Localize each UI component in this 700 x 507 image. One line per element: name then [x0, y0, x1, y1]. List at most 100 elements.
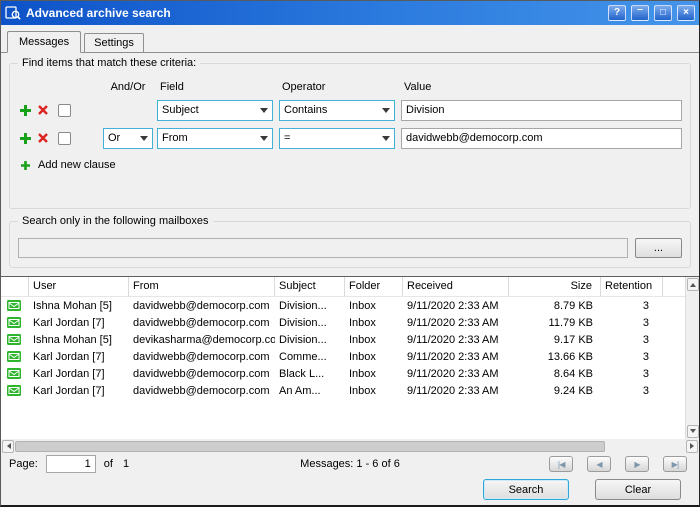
maximize-button[interactable]: □ — [654, 5, 672, 21]
scroll-up-icon[interactable] — [687, 278, 699, 291]
field-select[interactable]: Subject — [157, 100, 273, 121]
cell-folder: Inbox — [345, 317, 403, 329]
chevron-down-icon — [378, 103, 394, 117]
cell-folder: Inbox — [345, 334, 403, 346]
column-header-size[interactable]: Size — [509, 277, 601, 296]
advanced-archive-search-dialog: Advanced archive search ? – □ × Messages… — [0, 0, 700, 507]
of-label: of — [104, 458, 113, 470]
scroll-right-icon[interactable] — [686, 440, 698, 453]
pagination-bar: Page: of 1 Messages: 1 - 6 of 6 |◀ ◀ ▶ ▶… — [1, 453, 699, 475]
operator-select[interactable]: = — [279, 128, 395, 149]
page-label: Page: — [9, 458, 38, 470]
scroll-left-icon[interactable] — [2, 440, 14, 453]
field-select[interactable]: From — [157, 128, 273, 149]
cell-size: 8.79 KB — [509, 300, 601, 312]
table-row[interactable]: Ishna Mohan [5] davidwebb@democorp.com D… — [1, 297, 685, 314]
browse-mailboxes-button[interactable]: ... — [635, 238, 682, 258]
scroll-down-icon[interactable] — [687, 425, 699, 438]
search-button[interactable]: Search — [483, 479, 569, 500]
delete-row-icon[interactable] — [36, 103, 50, 117]
minimize-button[interactable]: – — [631, 5, 649, 21]
message-icon — [7, 334, 21, 345]
criteria-groupbox: Find items that match these criteria: An… — [9, 63, 691, 209]
header-operator: Operator — [279, 81, 395, 93]
cell-user: Karl Jordan [7] — [29, 351, 129, 363]
page-number-input[interactable] — [46, 455, 96, 473]
table-row[interactable]: Karl Jordan [7] davidwebb@democorp.com C… — [1, 348, 685, 365]
cell-from: davidwebb@democorp.com — [129, 385, 275, 397]
message-icon — [7, 385, 21, 396]
tab-messages[interactable]: Messages — [7, 31, 81, 53]
value-input[interactable] — [401, 100, 682, 121]
cell-subject: Division... — [275, 317, 345, 329]
table-row[interactable]: Ishna Mohan [5] devikasharma@democorp.co… — [1, 331, 685, 348]
horizontal-scroll-thumb[interactable] — [15, 441, 605, 452]
page-nav-buttons: |◀ ◀ ▶ ▶| — [549, 456, 687, 472]
cell-subject: An Am... — [275, 385, 345, 397]
delete-row-icon[interactable] — [36, 131, 50, 145]
cell-user: Karl Jordan [7] — [29, 385, 129, 397]
column-header-from[interactable]: From — [129, 277, 275, 296]
cell-retention: 3 — [601, 300, 663, 312]
cell-folder: Inbox — [345, 385, 403, 397]
help-button[interactable]: ? — [608, 5, 626, 21]
chevron-down-icon — [378, 131, 394, 145]
table-row[interactable]: Karl Jordan [7] davidwebb@democorp.com A… — [1, 382, 685, 399]
prev-page-button[interactable]: ◀ — [587, 456, 611, 472]
criteria-column-headers: And/Or Field Operator Value — [18, 78, 682, 96]
column-header-received[interactable]: Received — [403, 277, 509, 296]
criteria-row-checkbox[interactable] — [58, 132, 71, 145]
column-header-icon[interactable] — [1, 277, 29, 296]
criteria-row: Or From = — [18, 124, 682, 152]
mailboxes-groupbox: Search only in the following mailboxes .… — [9, 221, 691, 268]
column-header-subject[interactable]: Subject — [275, 277, 345, 296]
column-header-user[interactable]: User — [29, 277, 129, 296]
cell-subject: Black L... — [275, 368, 345, 380]
cell-subject: Comme... — [275, 351, 345, 363]
column-header-retention[interactable]: Retention — [601, 277, 663, 296]
tab-settings[interactable]: Settings — [84, 33, 144, 53]
clear-button[interactable]: Clear — [595, 479, 681, 500]
next-page-button[interactable]: ▶ — [625, 456, 649, 472]
criteria-row-checkbox[interactable] — [58, 104, 71, 117]
cell-folder: Inbox — [345, 368, 403, 380]
first-page-button[interactable]: |◀ — [549, 456, 573, 472]
vertical-scrollbar[interactable] — [685, 277, 699, 439]
message-icon — [7, 300, 21, 311]
cell-user: Karl Jordan [7] — [29, 317, 129, 329]
column-header-folder[interactable]: Folder — [345, 277, 403, 296]
andor-select[interactable]: Or — [103, 128, 153, 149]
add-clause-label: Add new clause — [38, 159, 116, 171]
messages-summary: Messages: 1 - 6 of 6 — [300, 458, 400, 470]
value-input[interactable] — [401, 128, 682, 149]
cell-retention: 3 — [601, 385, 663, 397]
cell-from: davidwebb@democorp.com — [129, 351, 275, 363]
table-row[interactable]: Karl Jordan [7] davidwebb@democorp.com B… — [1, 365, 685, 382]
horizontal-scroll-track[interactable] — [15, 440, 685, 453]
add-row-icon[interactable] — [18, 103, 32, 117]
cell-retention: 3 — [601, 351, 663, 363]
cell-received: 9/11/2020 2:33 AM — [403, 317, 509, 329]
cell-size: 11.79 KB — [509, 317, 601, 329]
cell-from: davidwebb@democorp.com — [129, 368, 275, 380]
chevron-down-icon — [256, 103, 272, 117]
message-icon — [7, 368, 21, 379]
action-bar: Search Clear — [1, 475, 699, 505]
last-page-button[interactable]: ▶| — [663, 456, 687, 472]
horizontal-scrollbar[interactable] — [1, 439, 699, 453]
add-new-clause-link[interactable]: Add new clause — [18, 154, 682, 176]
close-button[interactable]: × — [677, 5, 695, 21]
mailboxes-input[interactable] — [18, 238, 628, 258]
cell-received: 9/11/2020 2:33 AM — [403, 385, 509, 397]
table-row[interactable]: Karl Jordan [7] davidwebb@democorp.com D… — [1, 314, 685, 331]
table-empty-area — [1, 399, 685, 439]
window-title: Advanced archive search — [26, 6, 603, 20]
cell-retention: 3 — [601, 317, 663, 329]
titlebar[interactable]: Advanced archive search ? – □ × — [1, 1, 699, 25]
cell-received: 9/11/2020 2:33 AM — [403, 334, 509, 346]
results-panel: User From Subject Folder Received Size R… — [1, 276, 699, 439]
cell-subject: Division... — [275, 300, 345, 312]
add-row-icon[interactable] — [18, 131, 32, 145]
operator-select[interactable]: Contains — [279, 100, 395, 121]
message-icon — [7, 317, 21, 328]
